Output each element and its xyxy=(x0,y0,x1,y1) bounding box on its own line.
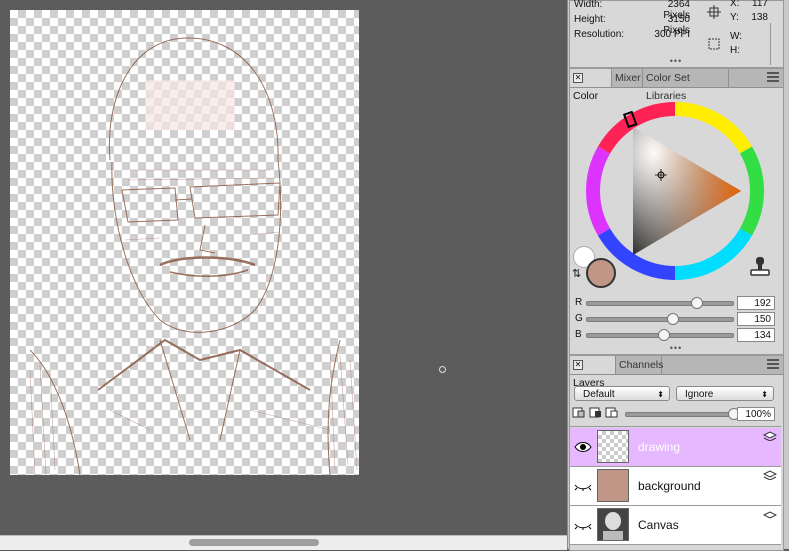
close-icon[interactable]: ✕ xyxy=(573,360,583,371)
b-input[interactable]: 134 xyxy=(737,328,775,342)
b-label: B xyxy=(575,329,582,340)
tab-color-set-libraries[interactable]: Color Set Libraries xyxy=(643,69,729,102)
opacity-input[interactable]: 100% xyxy=(737,407,775,421)
layer-flat-icon xyxy=(763,511,777,519)
x-label: X: xyxy=(730,0,740,9)
composite-depth-select[interactable]: Ignore ⬍ xyxy=(676,386,774,401)
document-canvas[interactable] xyxy=(10,10,359,475)
layer-mask-icons[interactable] xyxy=(572,406,622,420)
position-crosshair-icon xyxy=(707,5,721,19)
info-scrollbar[interactable] xyxy=(770,23,771,65)
selection-size-icon xyxy=(708,38,720,50)
layer-name[interactable]: background xyxy=(638,479,701,493)
height-label: Height: xyxy=(574,14,606,25)
updown-arrow-icon: ⬍ xyxy=(657,390,664,399)
sketch-portrait xyxy=(29,37,358,475)
panel-menu-icon[interactable] xyxy=(767,72,779,84)
layer-name[interactable]: Canvas xyxy=(638,518,679,532)
layers-tabbar: ✕Layers Channels xyxy=(570,356,783,389)
color-wheel[interactable] xyxy=(583,99,767,283)
tab-layers[interactable]: ✕Layers xyxy=(570,356,616,389)
layer-row-background[interactable]: background xyxy=(570,467,781,506)
width-label: Width: xyxy=(574,0,603,10)
eye-closed-icon[interactable] xyxy=(574,479,592,493)
y-value: 138 xyxy=(751,12,768,23)
layer-row-canvas[interactable]: Canvas xyxy=(570,506,781,545)
clone-color-icon[interactable] xyxy=(749,255,771,279)
swap-colors-icon[interactable]: ⇅ xyxy=(572,267,581,280)
opacity-slider[interactable] xyxy=(625,412,735,417)
resolution-label: Resolution: xyxy=(574,29,625,40)
composite-method-select[interactable]: Default ⬍ xyxy=(574,386,670,401)
layer-stack-icon xyxy=(763,431,777,441)
r-slider[interactable] xyxy=(586,301,734,306)
r-label: R xyxy=(575,297,583,308)
layer-name[interactable]: drawing xyxy=(638,440,680,454)
updown-arrow-icon: ⬍ xyxy=(761,390,768,399)
layer-thumbnail xyxy=(597,469,629,502)
layer-stack-icon xyxy=(763,470,777,480)
color-pane: ✕Color Mixer Color Set Libraries ⇅ R 192… xyxy=(569,68,784,355)
info-pane: Width: 2364 Pixels Height: 3150 Pixels R… xyxy=(569,0,784,68)
g-slider[interactable] xyxy=(586,317,734,322)
tab-mixer[interactable]: Mixer xyxy=(612,69,643,87)
layer-thumbnail xyxy=(597,508,629,541)
r-input[interactable]: 192 xyxy=(737,296,775,310)
g-input[interactable]: 150 xyxy=(737,312,775,326)
w-label: W: xyxy=(730,31,743,42)
tab-channels[interactable]: Channels xyxy=(616,356,663,374)
tab-color[interactable]: ✕Color xyxy=(570,69,612,102)
x-value: 117 xyxy=(752,0,768,9)
horizontal-scrollbar-thumb[interactable] xyxy=(189,539,319,546)
info-pane-grip[interactable]: ••• xyxy=(666,56,686,66)
layer-thumbnail xyxy=(597,430,629,463)
panel-menu-icon[interactable] xyxy=(767,359,779,371)
r-slider-knob[interactable] xyxy=(690,297,703,309)
eye-closed-icon[interactable] xyxy=(574,518,592,532)
y-label: Y: xyxy=(730,12,739,23)
eye-icon[interactable] xyxy=(574,440,592,454)
brush-cursor xyxy=(439,366,446,373)
layer-row-drawing[interactable]: drawing xyxy=(570,428,781,467)
layers-pane: ✕Layers Channels Default ⬍ Ignore ⬍ 100% d… xyxy=(569,355,784,551)
g-slider-knob[interactable] xyxy=(666,313,679,325)
main-color-swatch[interactable] xyxy=(586,258,616,288)
color-pane-grip[interactable]: ••• xyxy=(666,343,686,353)
g-label: G xyxy=(575,313,583,324)
b-slider-knob[interactable] xyxy=(657,329,670,341)
resolution-value: 300 PPI xyxy=(654,29,690,40)
h-label: H: xyxy=(730,45,740,56)
color-tabbar: ✕Color Mixer Color Set Libraries xyxy=(570,69,783,102)
close-icon[interactable]: ✕ xyxy=(573,73,583,84)
